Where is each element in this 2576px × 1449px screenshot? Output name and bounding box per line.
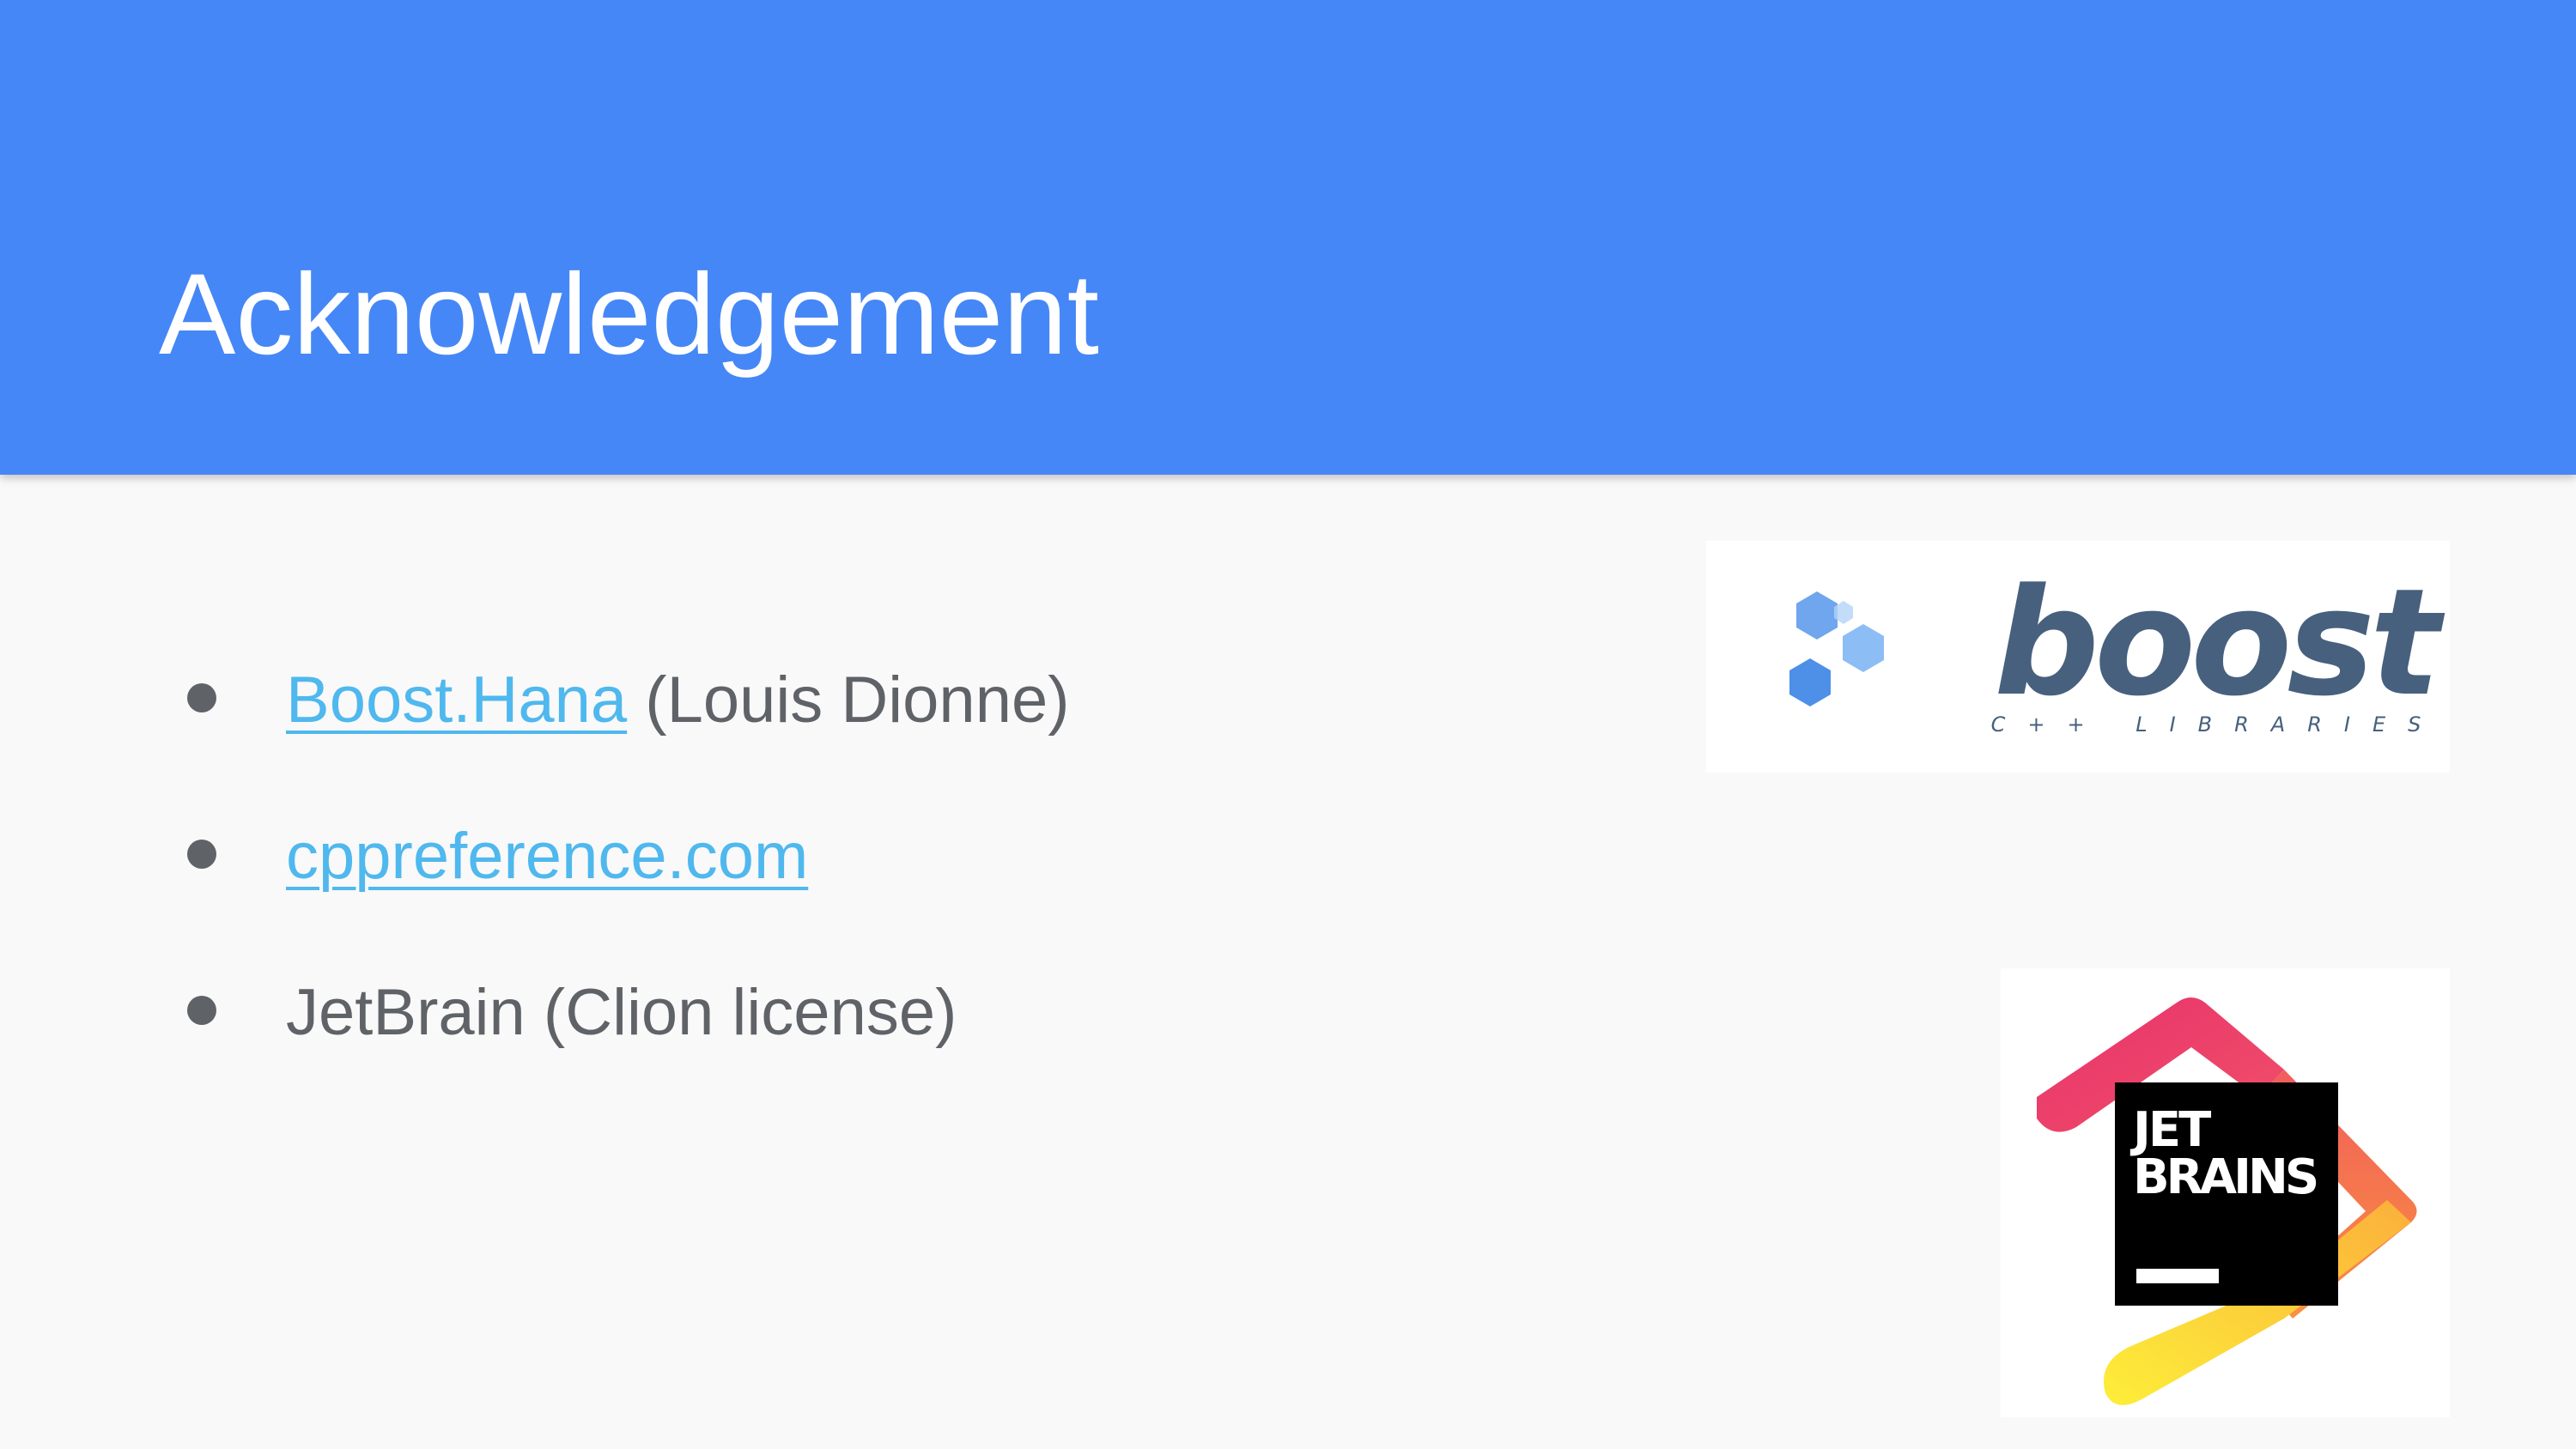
list-item-text: Boost.Hana (Louis Dionne) [286, 668, 1070, 733]
list-item-note: JetBrain (Clion license) [286, 976, 957, 1049]
list-item: Boost.Hana (Louis Dionne) [0, 649, 1546, 752]
jetbrains-logo-graphic: JET BRAINS [2037, 997, 2417, 1405]
list-item: JetBrain (Clion license) [0, 961, 1546, 1064]
boost-tagline: C++ LIBRARIES [1991, 712, 2444, 737]
cppreference-link[interactable]: cppreference.com [286, 820, 808, 893]
jetbrains-wordmark-line2: BRAINS [2133, 1149, 2317, 1205]
hexagon-cluster-icon [1789, 591, 1884, 706]
list-item-note: (Louis Dionne) [627, 664, 1070, 737]
list-item: cppreference.com [0, 805, 1546, 908]
slide-title: Acknowledgement [159, 251, 1099, 379]
bullet-icon [187, 683, 216, 712]
title-banner: Acknowledgement [0, 0, 2576, 475]
jetbrains-logo: JET BRAINS [2001, 968, 2450, 1417]
boost-logo-graphic: boost C++ LIBRARIES [1789, 556, 2450, 737]
list-item-text: cppreference.com [286, 824, 808, 889]
bullet-icon [187, 840, 216, 869]
boost-logo: boost C++ LIBRARIES [1706, 541, 2450, 773]
list-item-text: JetBrain (Clion license) [286, 980, 957, 1046]
boost-hana-link[interactable]: Boost.Hana [286, 664, 627, 737]
bullet-icon [187, 996, 216, 1025]
boost-wordmark: boost [1994, 556, 2445, 729]
